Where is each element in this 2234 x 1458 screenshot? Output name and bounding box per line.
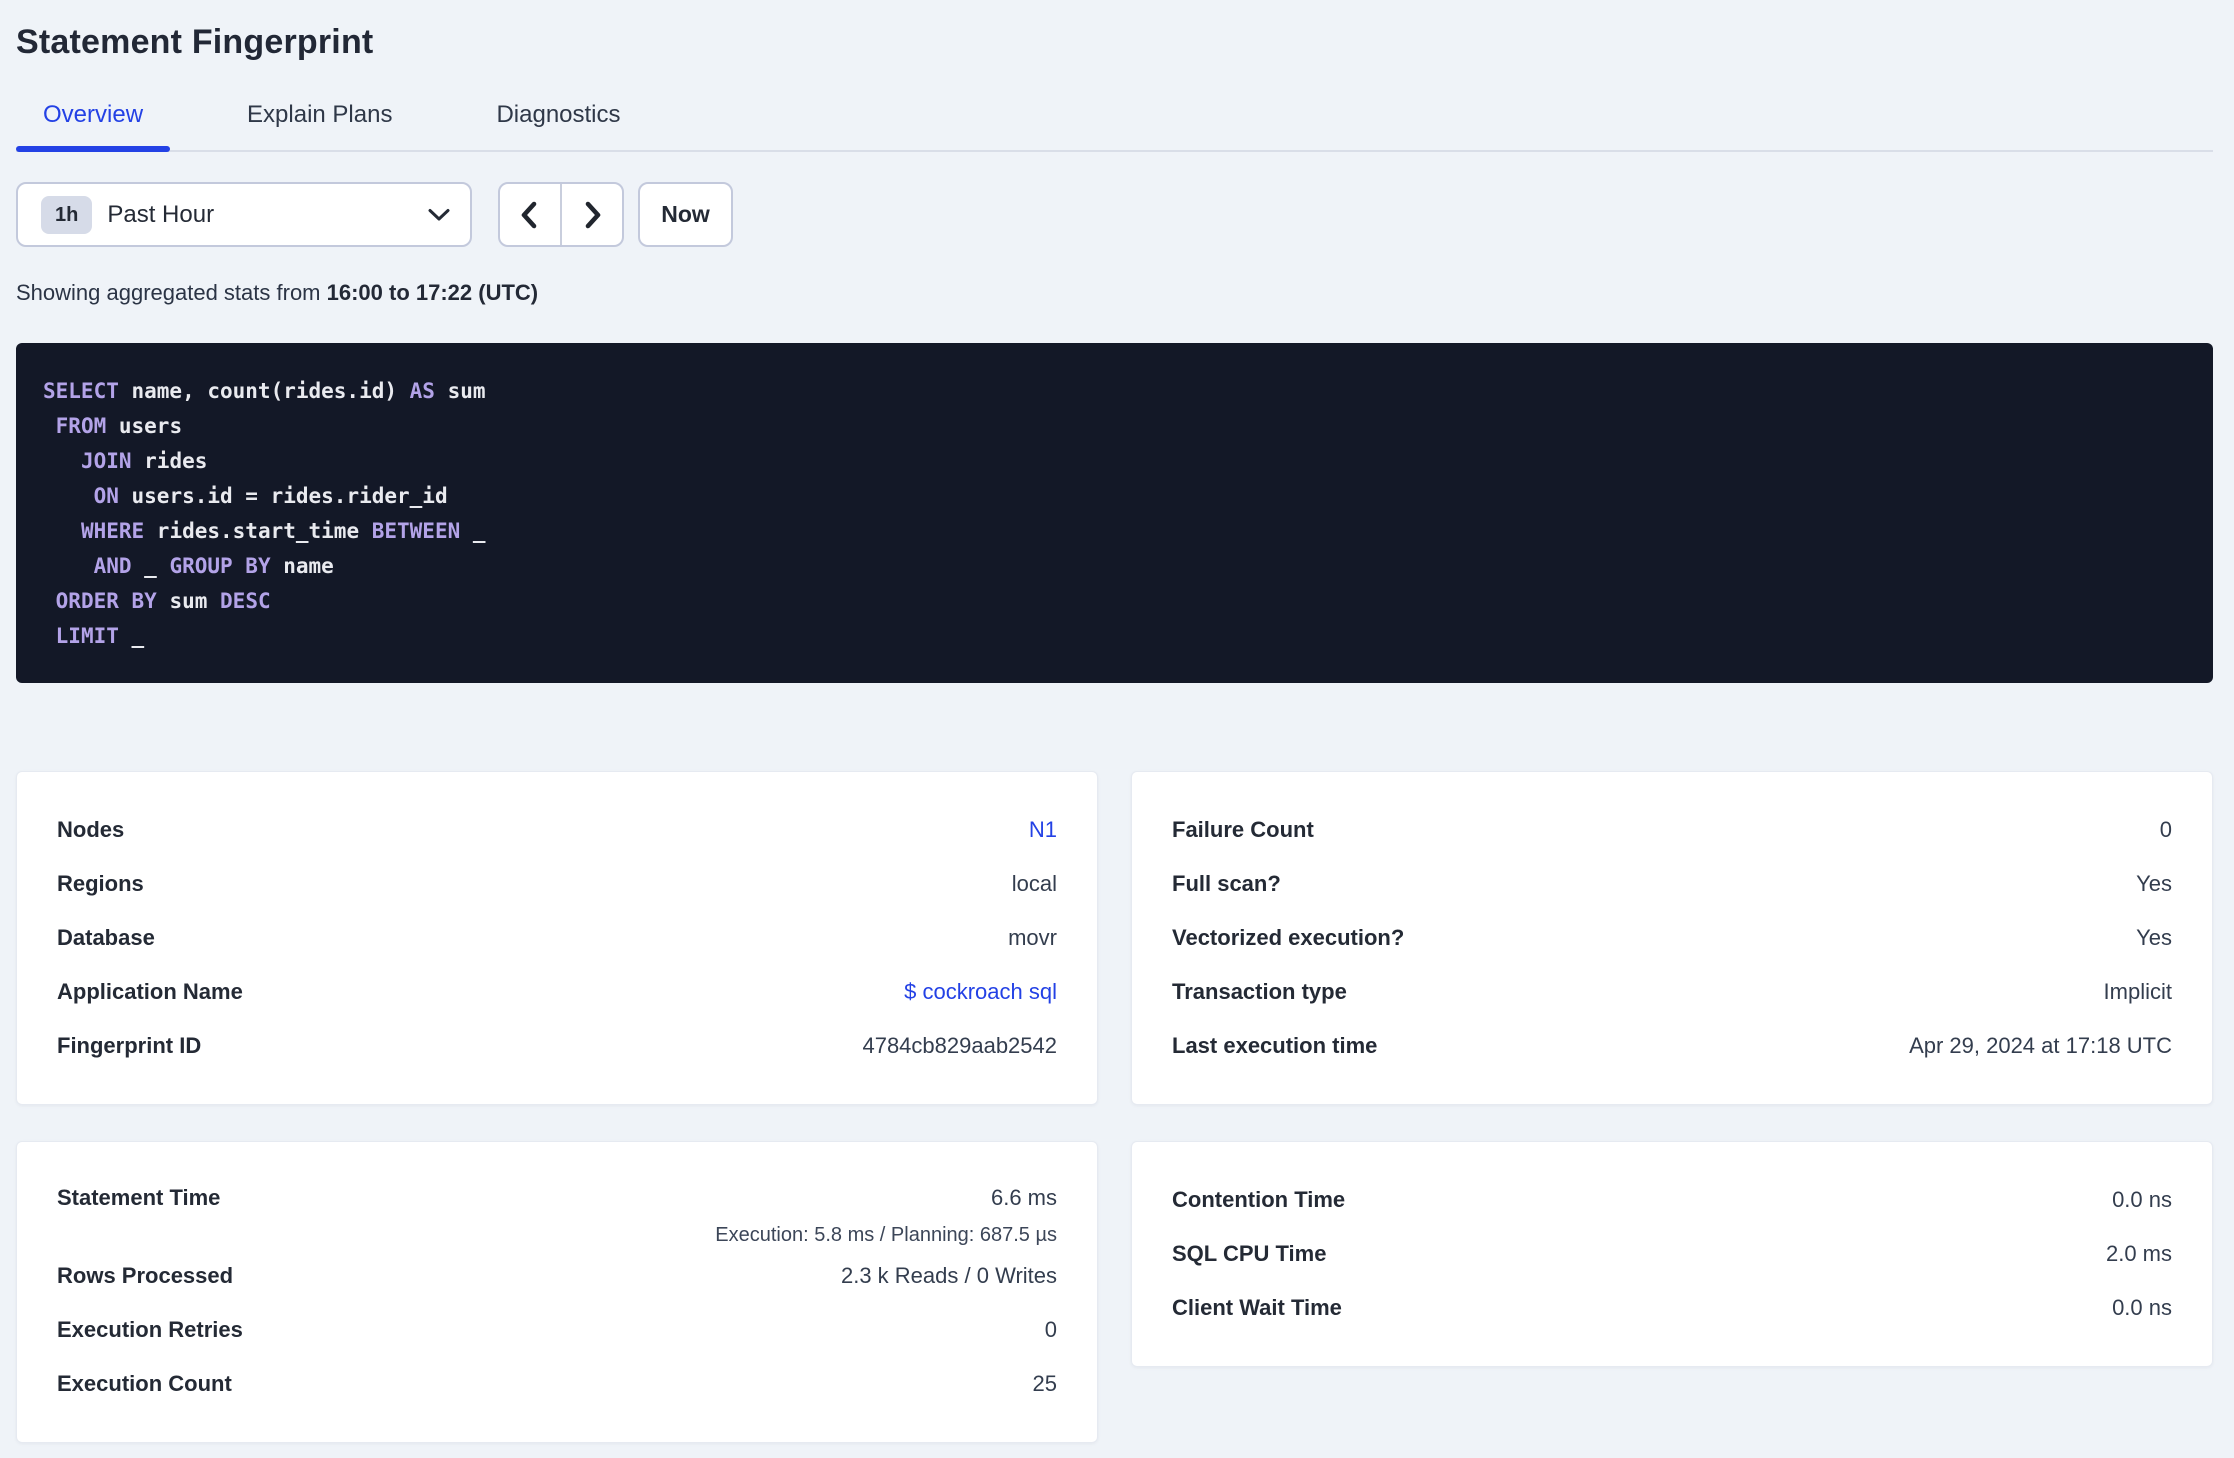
nodes-link[interactable]: N1 (1029, 817, 1057, 843)
transaction-type-value: Implicit (2103, 979, 2172, 1004)
page-title: Statement Fingerprint (16, 23, 374, 61)
chevron-right-icon (585, 201, 601, 228)
vectorized-execution-label: Vectorized execution? (1172, 925, 1405, 950)
chevron-left-icon (521, 201, 537, 228)
time-range-dropdown[interactable]: 1h Past Hour (16, 182, 472, 247)
sql-cpu-time-label: SQL CPU Time (1172, 1241, 1327, 1266)
time-range-label: Past Hour (107, 200, 215, 228)
sql-cpu-time-row: SQL CPU Time 2.0 ms (1172, 1227, 2172, 1281)
execution-count-value: 25 (1032, 1371, 1057, 1396)
nodes-label: Nodes (57, 817, 125, 842)
last-execution-time-row: Last execution time Apr 29, 2024 at 17:18… (1172, 1019, 2172, 1073)
execution-count-row: Execution Count 25 (57, 1357, 1057, 1411)
contention-time-value: 0.0 ns (2112, 1187, 2172, 1212)
last-execution-time-value: Apr 29, 2024 at 17:18 UTC (1909, 1033, 2172, 1058)
regions-row: Regions local (57, 857, 1057, 911)
wait-timings-card: Contention Time 0.0 ns SQL CPU Time 2.0 ms C… (1131, 1141, 2213, 1367)
statement-timings-card: Statement Time 6.6 ms Execution: 5.8 ms / … (16, 1141, 1098, 1443)
time-range-badge: 1h (41, 195, 93, 234)
sql-line: SELECT name, count(rides.id) AS sum (43, 379, 486, 403)
rows-processed-value: 2.3 k Reads / 0 Writes (840, 1263, 1057, 1288)
sql-line: AND _ GROUP BY name (93, 554, 334, 578)
execution-count-label: Execution Count (57, 1371, 232, 1396)
sql-line: JOIN rides (80, 449, 208, 473)
now-button[interactable]: Now (638, 182, 733, 247)
execution-retries-label: Execution Retries (57, 1317, 243, 1342)
fingerprint-id-value: 4784cb829aab2542 (862, 1033, 1057, 1058)
nodes-row: Nodes N1 (57, 803, 1057, 857)
vectorized-execution-value: Yes (2136, 925, 2172, 950)
stats-line-prefix: Showing aggregated stats from (16, 280, 327, 305)
statement-details-card: Nodes N1 Regions local Database movr Applicati… (16, 771, 1098, 1105)
sql-cpu-time-value: 2.0 ms (2105, 1241, 2172, 1266)
fingerprint-id-label: Fingerprint ID (57, 1033, 202, 1058)
statement-time-label: Statement Time (57, 1185, 221, 1210)
client-wait-time-value: 0.0 ns (2112, 1295, 2172, 1320)
sql-line: WHERE rides.start_time BETWEEN _ (80, 519, 486, 543)
tab-explain-plans[interactable]: Explain Plans (220, 100, 419, 150)
failure-count-label: Failure Count (1172, 817, 1314, 842)
tab-diagnostics[interactable]: Diagnostics (469, 100, 647, 150)
full-scan-row: Full scan? Yes (1172, 857, 2172, 911)
tab-overview[interactable]: Overview (16, 100, 171, 152)
client-wait-time-row: Client Wait Time 0.0 ns (1172, 1281, 2172, 1335)
stats-time-range: 16:00 to 17:22 (UTC) (326, 280, 539, 305)
next-time-button[interactable] (562, 184, 622, 245)
sql-line: LIMIT _ (55, 624, 145, 648)
sql-line: ON users.id = rides.rider_id (93, 484, 448, 508)
statement-time-detail: Execution: 5.8 ms / Planning: 687.5 µs (715, 1224, 1057, 1246)
full-scan-label: Full scan? (1172, 871, 1281, 896)
failure-count-row: Failure Count 0 (1172, 803, 2172, 857)
database-label: Database (57, 925, 155, 950)
application-name-row: Application Name $ cockroach sql (57, 965, 1057, 1019)
execution-retries-row: Execution Retries 0 (57, 1303, 1057, 1357)
statement-time-value-stack: 6.6 ms Execution: 5.8 ms / Planning: 687.… (715, 1173, 1057, 1249)
execution-attributes-card: Failure Count 0 Full scan? Yes Vectorized ex… (1131, 771, 2213, 1105)
vectorized-execution-row: Vectorized execution? Yes (1172, 911, 2172, 965)
execution-retries-value: 0 (1044, 1317, 1057, 1342)
rows-processed-row: Rows Processed 2.3 k Reads / 0 Writes (57, 1249, 1057, 1303)
statement-time-row: Statement Time 6.6 ms Execution: 5.8 ms / … (57, 1173, 1057, 1249)
database-value: movr (1008, 925, 1057, 950)
statement-fingerprint-page: Statement Fingerprint Overview Explain Pl… (0, 0, 2213, 1443)
rows-processed-label: Rows Processed (57, 1263, 234, 1288)
client-wait-time-label: Client Wait Time (1172, 1295, 1342, 1320)
regions-value: local (1011, 871, 1057, 896)
last-execution-time-label: Last execution time (1172, 1033, 1378, 1058)
tab-bar: Overview Explain Plans Diagnostics (16, 100, 2213, 152)
sql-line: ORDER BY sum DESC (55, 589, 271, 613)
full-scan-value: Yes (2136, 871, 2172, 896)
chevron-down-icon (428, 208, 450, 220)
time-step-buttons (498, 182, 624, 247)
fingerprint-id-row: Fingerprint ID 4784cb829aab2542 (57, 1019, 1057, 1073)
regions-label: Regions (57, 871, 144, 896)
transaction-type-label: Transaction type (1172, 979, 1347, 1004)
contention-time-label: Contention Time (1172, 1187, 1346, 1212)
database-row: Database movr (57, 911, 1057, 965)
contention-time-row: Contention Time 0.0 ns (1172, 1173, 2172, 1227)
previous-time-button[interactable] (500, 184, 560, 245)
application-name-label: Application Name (57, 979, 243, 1004)
sql-line: FROM users (55, 414, 183, 438)
time-controls: 1h Past Hour Now (16, 182, 2213, 247)
summary-cards: Nodes N1 Regions local Database movr Applicati… (16, 771, 2213, 1443)
aggregated-stats-line: Showing aggregated stats from 16:00 to 1… (16, 279, 2213, 307)
transaction-type-row: Transaction type Implicit (1172, 965, 2172, 1019)
failure-count-value: 0 (2159, 817, 2172, 842)
sql-statement-block: SELECT name, count(rides.id) AS sum FROM… (16, 343, 2213, 683)
statement-time-value: 6.6 ms (990, 1185, 1057, 1210)
application-name-link[interactable]: $ cockroach sql (904, 979, 1057, 1005)
